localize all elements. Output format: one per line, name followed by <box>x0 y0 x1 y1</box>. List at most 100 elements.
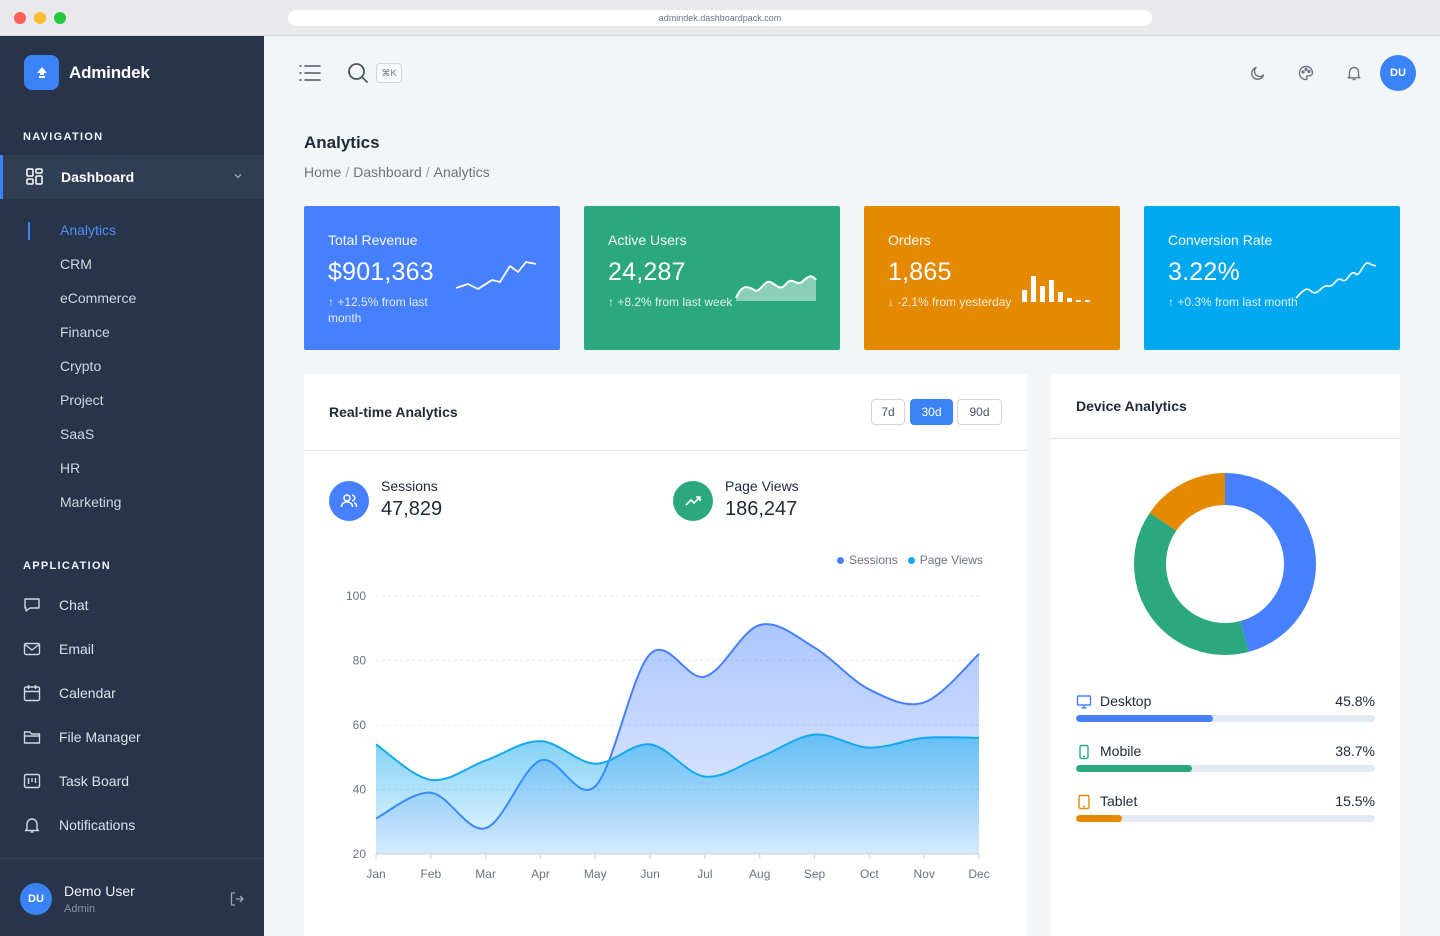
breadcrumb-item[interactable]: Dashboard <box>353 164 422 180</box>
sidebar-item-label: Dashboard <box>61 169 135 185</box>
device-label: Tablet <box>1100 793 1138 809</box>
device-value: 38.7% <box>1335 743 1375 759</box>
progress-track <box>1076 715 1375 722</box>
sparkline-line <box>1295 262 1377 299</box>
notification-bell-icon[interactable] <box>1346 65 1362 81</box>
stat-card-title: Conversion Rate <box>1168 232 1273 248</box>
menu-toggle-icon[interactable] <box>299 63 321 83</box>
sidebar-item-calendar[interactable]: Calendar <box>23 684 116 702</box>
sidebar-subitem-saas[interactable]: SaaS <box>60 426 94 442</box>
stat-card-change: ↑ +0.3% from last month <box>1168 295 1298 309</box>
browser-chrome: admindek.dashboardpack.com <box>0 0 1440 36</box>
x-tick-label: Jun <box>640 867 659 881</box>
stat-card-active-users: Active Users 24,287 ↑ +8.2% from last we… <box>584 206 840 350</box>
logout-icon[interactable] <box>229 891 245 907</box>
stat-card-change: ↓ -2.1% from yesterday <box>888 295 1012 309</box>
progress-fill <box>1076 715 1213 722</box>
sidebar-subitem-finance[interactable]: Finance <box>60 324 110 340</box>
breadcrumb: Home / Dashboard / Analytics <box>304 164 490 180</box>
stat-card-title: Active Users <box>608 232 687 248</box>
sidebar-item-label: Task Board <box>59 773 130 789</box>
x-tick-label: Dec <box>968 867 989 881</box>
sidebar-item-dashboard[interactable]: Dashboard <box>0 155 264 199</box>
sidebar-subitem-marketing[interactable]: Marketing <box>60 494 121 510</box>
stat-card-value: 3.22% <box>1168 258 1240 286</box>
search-icon[interactable] <box>346 61 370 85</box>
y-tick-label: 20 <box>353 847 367 861</box>
sidebar-item-label: File Manager <box>59 729 141 745</box>
y-tick-label: 40 <box>353 783 367 797</box>
x-tick-label: Nov <box>914 867 935 881</box>
panel-title: Device Analytics <box>1076 398 1187 414</box>
folder-icon <box>23 731 41 744</box>
application-section-title: APPLICATION <box>23 560 112 572</box>
close-window-button[interactable] <box>14 12 26 24</box>
y-tick-label: 80 <box>353 654 367 668</box>
sidebar-subitem-crypto[interactable]: Crypto <box>60 358 101 374</box>
avatar[interactable]: DU <box>1380 55 1416 91</box>
brand[interactable]: Admindek <box>24 55 150 90</box>
x-tick-label: Aug <box>749 867 770 881</box>
device-label: Desktop <box>1100 693 1152 709</box>
x-tick-label: Jan <box>366 867 385 881</box>
sidebar-subitem-project[interactable]: Project <box>60 392 104 408</box>
sidebar-item-label: Email <box>59 641 95 657</box>
address-bar[interactable]: admindek.dashboardpack.com <box>288 10 1152 26</box>
device-donut-chart <box>1134 473 1316 655</box>
stat-card-title: Total Revenue <box>328 232 418 248</box>
device-value: 45.8% <box>1335 693 1375 709</box>
divider <box>1051 438 1400 439</box>
sparkline-line <box>455 261 537 290</box>
user-name: Demo User <box>64 883 135 899</box>
sidebar-subitem-crm[interactable]: CRM <box>60 256 92 272</box>
chevron-down-icon <box>234 174 242 179</box>
sidebar-item-task-board[interactable]: Task Board <box>23 772 129 790</box>
sidebar-subitem-analytics[interactable]: Analytics <box>60 222 116 238</box>
desktop-icon <box>1076 695 1092 709</box>
palette-icon[interactable] <box>1298 65 1314 81</box>
task-board-icon <box>23 773 41 789</box>
stat-card-value: 24,287 <box>608 258 686 286</box>
sidebar-item-label: Calendar <box>59 685 116 701</box>
avatar: DU <box>20 883 52 915</box>
stat-card-value: 1,865 <box>888 258 952 286</box>
chat-icon <box>24 598 40 612</box>
page-title: Analytics <box>304 133 380 152</box>
area-chart: 20 40 60 80 100 Jan Feb Mar Apr May Jun Jul Aug Sep Oc… <box>346 589 990 881</box>
progress-fill <box>1076 815 1123 822</box>
sidebar-item-email[interactable]: Email <box>23 640 94 658</box>
x-tick-label: May <box>584 867 607 881</box>
sidebar-subitem-ecommerce[interactable]: eCommerce <box>60 290 136 306</box>
breadcrumb-item: Analytics <box>433 164 490 180</box>
bell-icon <box>24 818 40 833</box>
minimize-window-button[interactable] <box>34 12 46 24</box>
device-label: Mobile <box>1100 743 1142 759</box>
sparkline-bars <box>1022 276 1090 302</box>
email-icon <box>23 642 41 656</box>
device-analytics-panel: Device Analytics Desktop 45.8% Mobile 38… <box>1051 374 1400 936</box>
stat-card-change: ↑ +12.5% from last month <box>328 295 428 325</box>
breadcrumb-item[interactable]: Home <box>304 164 341 180</box>
x-tick-label: Sep <box>804 867 826 881</box>
stat-card-change: ↑ +8.2% from last week <box>608 295 733 309</box>
sidebar-item-chat[interactable]: Chat <box>23 596 89 614</box>
y-tick-label: 60 <box>353 718 367 732</box>
calendar-icon <box>23 685 41 702</box>
x-tick-label: Apr <box>531 867 550 881</box>
x-tick-label: Oct <box>860 867 879 881</box>
brand-logo-icon <box>24 55 59 90</box>
brand-name: Admindek <box>69 62 150 82</box>
sidebar-item-file-manager[interactable]: File Manager <box>23 728 141 746</box>
progress-track <box>1076 815 1375 822</box>
moon-icon[interactable] <box>1250 65 1266 81</box>
sidebar-subitem-hr[interactable]: HR <box>60 460 80 476</box>
progress-track <box>1076 765 1375 772</box>
x-tick-label: Feb <box>420 867 441 881</box>
sidebar-item-notifications[interactable]: Notifications <box>23 816 135 834</box>
device-value: 15.5% <box>1335 793 1375 809</box>
stat-card-total-revenue: Total Revenue $901,363 ↑ +12.5% from las… <box>304 206 560 350</box>
sidebar-item-label: Chat <box>59 597 89 613</box>
user-profile[interactable]: DU Demo User Admin <box>0 858 264 936</box>
maximize-window-button[interactable] <box>54 12 66 24</box>
sparkline-area <box>735 275 817 301</box>
